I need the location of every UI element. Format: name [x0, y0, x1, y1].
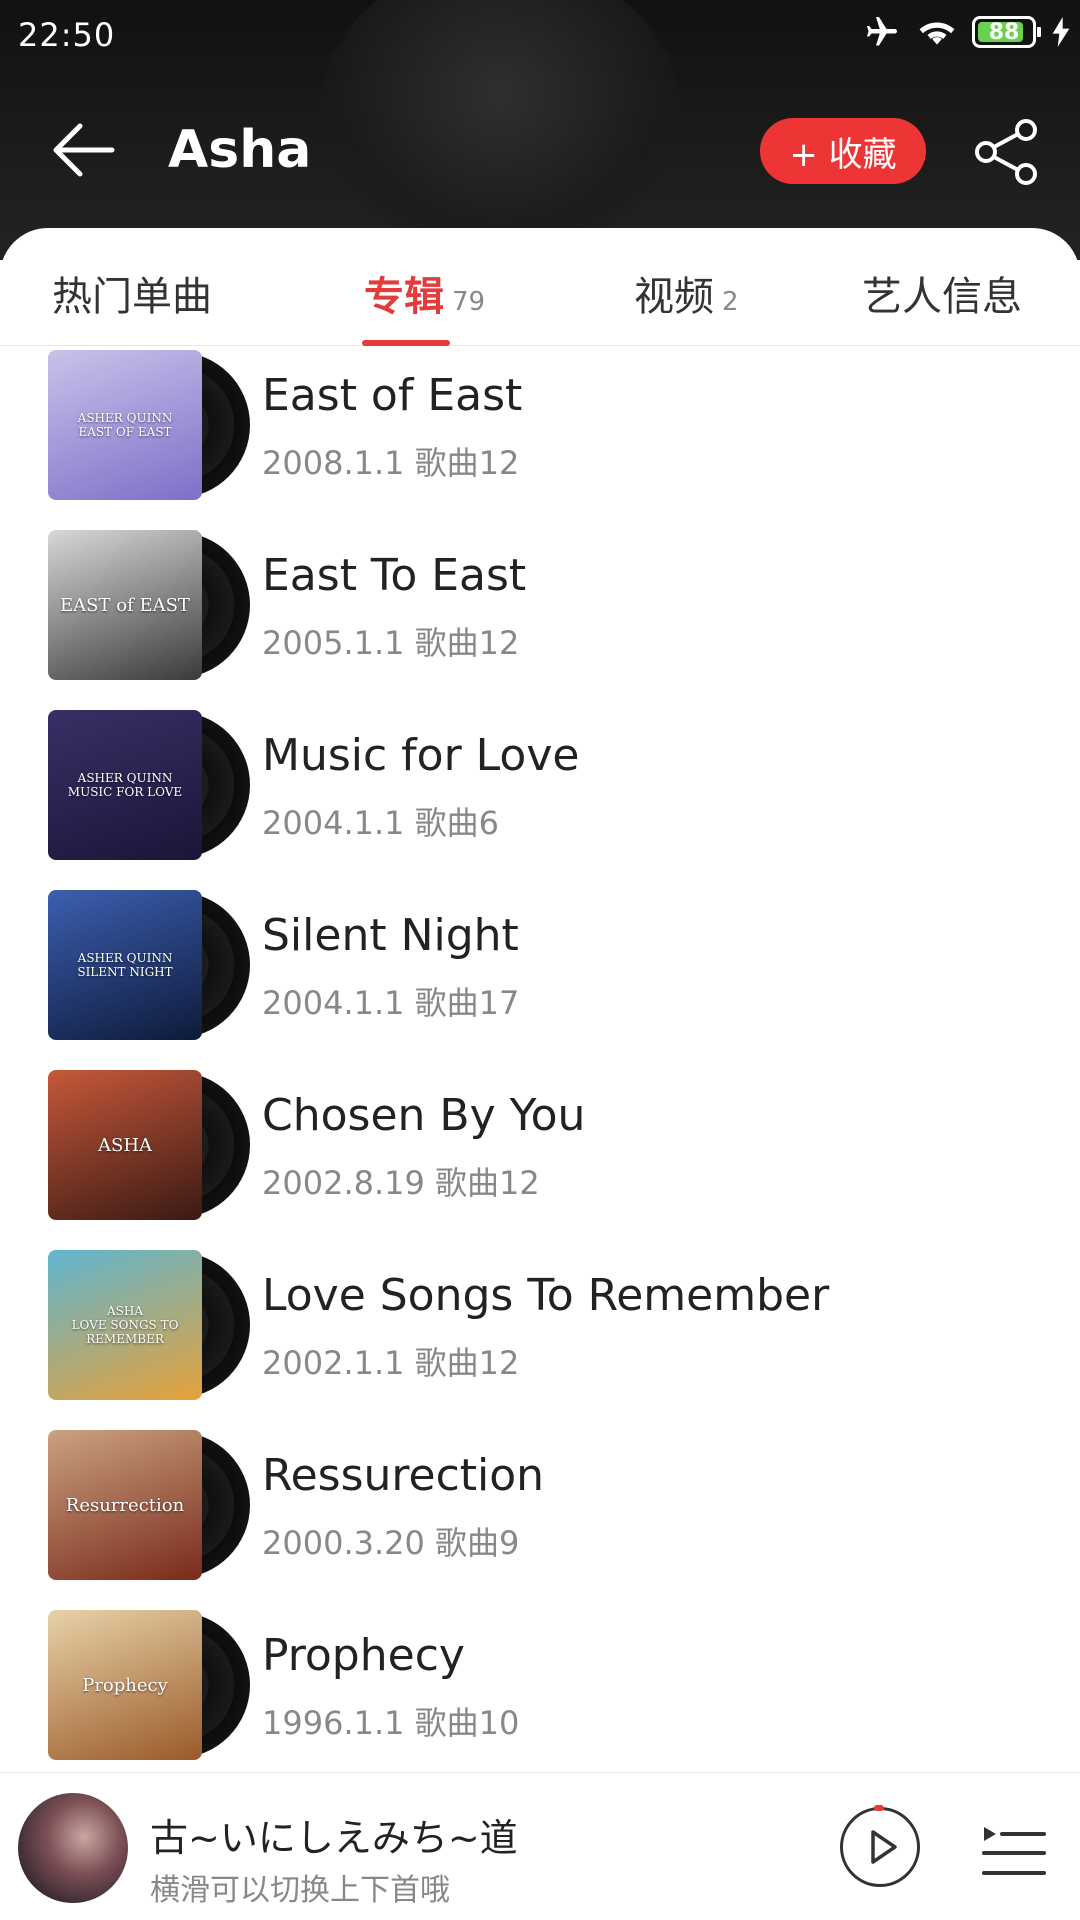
album-row[interactable]: EAST of EAST East To East 2005.1.1 歌曲12: [0, 528, 1080, 708]
album-meta: 1996.1.1 歌曲10: [262, 1704, 520, 1742]
album-cover-text: Prophecy: [82, 1674, 168, 1696]
top-bar: Asha + 收藏: [0, 100, 1080, 200]
album-cover[interactable]: ASHA: [48, 1070, 202, 1220]
tab-bar: 热门单曲 专辑 79 视频 2 艺人信息: [0, 228, 1080, 346]
now-playing-title: 古~いにしえみち~道: [150, 1816, 518, 1860]
battery-indicator: 88: [972, 16, 1041, 48]
status-icons: 88: [862, 14, 1070, 50]
album-list: ASHER QUINN EAST OF EAST East of East 20…: [0, 348, 1080, 1788]
album-cover-wrap[interactable]: ASHER QUINN MUSIC FOR LOVE: [48, 710, 250, 860]
album-cover-wrap[interactable]: ASHER QUINN SILENT NIGHT: [48, 890, 250, 1040]
album-cover-text: EAST of EAST: [60, 594, 190, 616]
favorite-button[interactable]: + 收藏: [760, 118, 926, 184]
album-row[interactable]: ASHER QUINN EAST OF EAST East of East 20…: [0, 348, 1080, 528]
album-cover-text: Resurrection: [65, 1494, 185, 1516]
album-meta: 2000.3.20 歌曲9: [262, 1524, 520, 1562]
play-progress-indicator: [874, 1805, 884, 1811]
tab-label: 视频: [634, 274, 714, 320]
album-cover-text: ASHER QUINN MUSIC FOR LOVE: [67, 771, 183, 799]
album-title: Ressurection: [262, 1450, 545, 1501]
album-cover[interactable]: ASHER QUINN SILENT NIGHT: [48, 890, 202, 1040]
album-row[interactable]: Prophecy Prophecy 1996.1.1 歌曲10: [0, 1608, 1080, 1788]
tab-videos[interactable]: 视频 2: [634, 264, 739, 322]
album-meta: 2008.1.1 歌曲12: [262, 444, 520, 482]
playlist-icon[interactable]: [982, 1813, 1046, 1883]
album-meta: 2004.1.1 歌曲17: [262, 984, 520, 1022]
content-sheet: 热门单曲 专辑 79 视频 2 艺人信息 ASHER QUINN EAST OF…: [0, 228, 1080, 1778]
album-title: Music for Love: [262, 730, 580, 781]
now-playing-cover[interactable]: [18, 1793, 128, 1903]
album-cover[interactable]: ASHER QUINN MUSIC FOR LOVE: [48, 710, 202, 860]
active-tab-indicator: [362, 340, 450, 346]
album-title: Silent Night: [262, 910, 519, 961]
airplane-mode-icon: [867, 17, 897, 46]
album-cover-text: ASHER QUINN EAST OF EAST: [77, 411, 173, 439]
album-title: Chosen By You: [262, 1090, 586, 1141]
album-cover-wrap[interactable]: EAST of EAST: [48, 530, 250, 680]
wifi-icon: [919, 22, 955, 45]
album-title: Prophecy: [262, 1630, 465, 1681]
play-icon: [871, 1830, 897, 1864]
album-cover[interactable]: ASHER QUINN EAST OF EAST: [48, 350, 202, 500]
album-cover-text: ASHA LOVE SONGS TO REMEMBER: [71, 1304, 179, 1346]
play-button[interactable]: [840, 1807, 920, 1887]
album-meta: 2004.1.1 歌曲6: [262, 804, 500, 842]
album-meta: 2002.8.19 歌曲12: [262, 1164, 540, 1202]
status-time: 22:50: [18, 16, 116, 54]
album-meta: 2005.1.1 歌曲12: [262, 624, 520, 662]
album-cover-wrap[interactable]: ASHER QUINN EAST OF EAST: [48, 350, 250, 500]
album-title: Love Songs To Remember: [262, 1270, 830, 1321]
album-row[interactable]: ASHA LOVE SONGS TO REMEMBER Love Songs T…: [0, 1248, 1080, 1428]
now-playing-hint: 横滑可以切换上下首哦: [150, 1873, 450, 1908]
share-icon[interactable]: [972, 116, 1042, 186]
album-title: East To East: [262, 550, 527, 601]
album-cover-text: ASHA: [97, 1134, 153, 1156]
album-row[interactable]: ASHER QUINN MUSIC FOR LOVE Music for Lov…: [0, 708, 1080, 888]
status-bar: 22:50 88: [0, 0, 1080, 72]
back-arrow-icon[interactable]: [48, 120, 118, 180]
tab-count: 79: [452, 287, 486, 317]
battery-level: 88: [988, 19, 1020, 45]
album-meta: 2002.1.1 歌曲12: [262, 1344, 520, 1382]
album-cover[interactable]: ASHA LOVE SONGS TO REMEMBER: [48, 1250, 202, 1400]
tab-albums[interactable]: 专辑 79: [364, 264, 485, 322]
favorite-button-label: + 收藏: [789, 134, 897, 175]
album-row[interactable]: ASHER QUINN SILENT NIGHT Silent Night 20…: [0, 888, 1080, 1068]
album-cover-wrap[interactable]: ASHA: [48, 1070, 250, 1220]
tab-count: 2: [722, 287, 739, 317]
mini-player[interactable]: 古~いにしえみち~道 横滑可以切换上下首哦: [0, 1772, 1080, 1920]
album-cover-text: ASHER QUINN SILENT NIGHT: [77, 951, 173, 979]
album-cover[interactable]: EAST of EAST: [48, 530, 202, 680]
tab-label: 艺人信息: [862, 274, 1022, 320]
album-cover-wrap[interactable]: Resurrection: [48, 1430, 250, 1580]
album-cover-wrap[interactable]: ASHA LOVE SONGS TO REMEMBER: [48, 1250, 250, 1400]
album-row[interactable]: Resurrection Ressurection 2000.3.20 歌曲9: [0, 1428, 1080, 1608]
tab-hot-songs[interactable]: 热门单曲: [52, 264, 212, 322]
album-cover-wrap[interactable]: Prophecy: [48, 1610, 250, 1760]
artist-name: Asha: [168, 120, 312, 180]
album-row[interactable]: ASHA Chosen By You 2002.8.19 歌曲12: [0, 1068, 1080, 1248]
album-cover[interactable]: Resurrection: [48, 1430, 202, 1580]
artist-header: 22:50 88 Asha + 收藏: [0, 0, 1080, 260]
charging-icon: [1052, 17, 1070, 47]
album-cover[interactable]: Prophecy: [48, 1610, 202, 1760]
tab-label: 热门单曲: [52, 274, 212, 320]
tab-artist-info[interactable]: 艺人信息: [862, 264, 1022, 322]
tab-label: 专辑: [364, 274, 444, 320]
album-title: East of East: [262, 370, 523, 421]
